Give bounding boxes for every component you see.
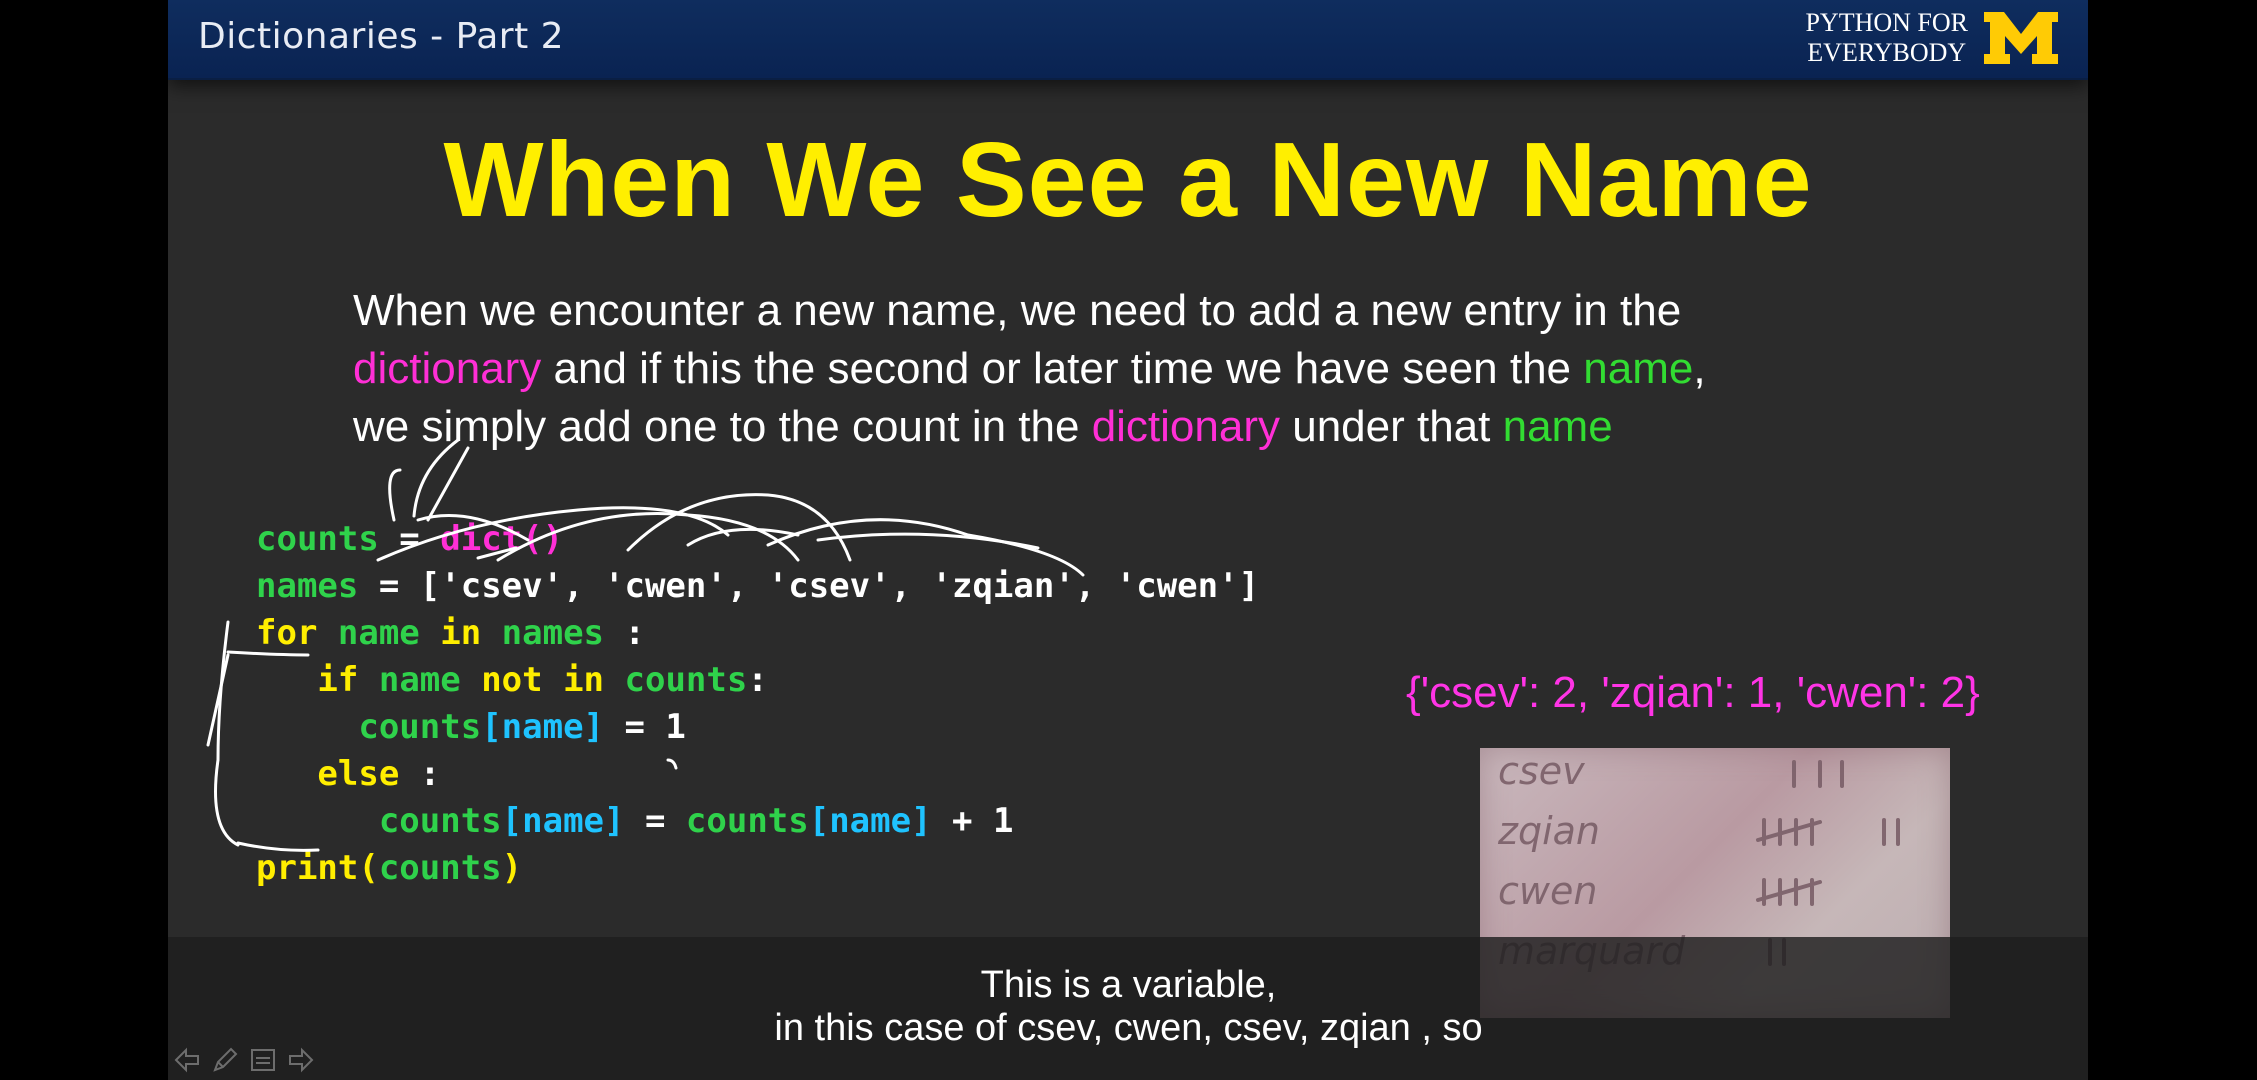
tally-name-1: csev xyxy=(1498,749,1585,793)
next-arrow-icon[interactable] xyxy=(286,1045,316,1075)
tally-name-2: zqian xyxy=(1497,809,1600,853)
prev-arrow-icon[interactable] xyxy=(172,1045,202,1075)
slide-nav-controls xyxy=(172,1045,316,1075)
subtitle-line-2: in this case of csev, cwen, csev, zqian … xyxy=(774,1007,1483,1049)
menu-icon[interactable] xyxy=(248,1045,278,1075)
subtitle-line-1: This is a variable, xyxy=(980,964,1277,1006)
slide: Dictionaries - Part 2 PYTHON FOR EVERYBO… xyxy=(168,0,2088,1080)
tally-name-3: cwen xyxy=(1498,869,1597,913)
pen-icon[interactable] xyxy=(210,1045,240,1075)
